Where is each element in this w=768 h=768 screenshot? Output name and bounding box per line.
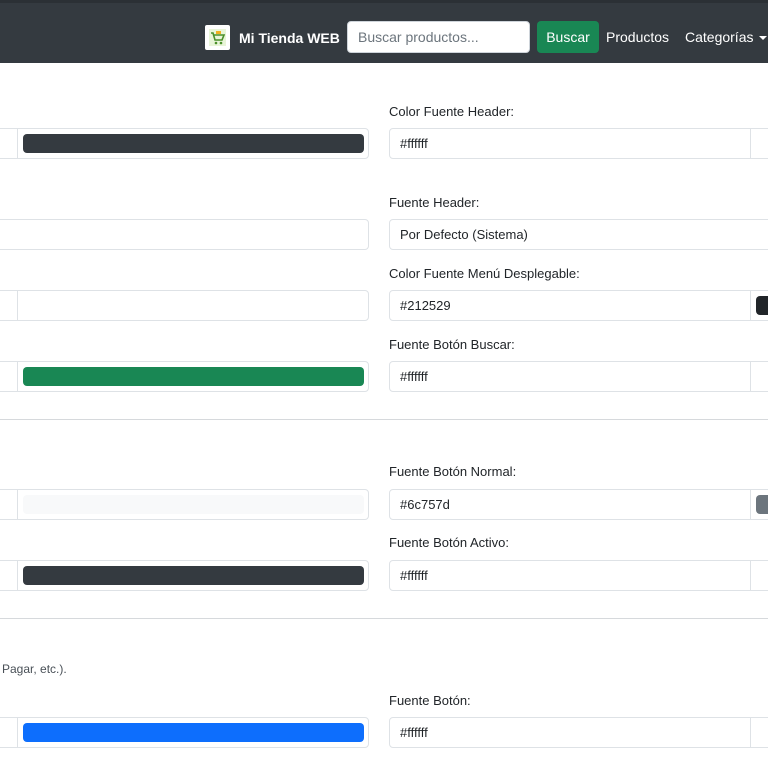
brand[interactable]: Mi Tienda WEB	[205, 25, 340, 50]
color-swatch-buscar	[23, 367, 364, 386]
field-divider	[17, 291, 18, 320]
left-text-field[interactable]	[0, 219, 369, 250]
top-navbar: Mi Tienda WEB Buscar Productos Categoría…	[0, 0, 768, 63]
color-picker-fuente-boton-activo[interactable]	[750, 560, 768, 591]
color-swatch-activo	[23, 566, 364, 585]
color-swatch-header	[23, 134, 364, 153]
color-swatch-normal	[23, 495, 364, 514]
input-color-fuente-header[interactable]: #ffffff	[389, 128, 751, 159]
mini-swatch	[756, 296, 768, 315]
mini-swatch	[756, 367, 768, 386]
menu-bg-color-picker[interactable]	[0, 290, 369, 321]
search-button[interactable]: Buscar	[537, 21, 599, 53]
label-fuente-boton: Fuente Botón:	[389, 693, 471, 708]
brand-name: Mi Tienda WEB	[239, 29, 340, 46]
input-fuente-boton[interactable]: #ffffff	[389, 717, 751, 748]
color-picker-fuente-boton-normal[interactable]	[750, 489, 768, 520]
header-bg-color-picker[interactable]	[0, 128, 369, 159]
buttons-hint-text: Pagar, etc.).	[2, 662, 67, 676]
search-input[interactable]	[347, 21, 530, 53]
mini-swatch	[756, 134, 768, 153]
buscar-bg-color-picker[interactable]	[0, 361, 369, 392]
activo-bg-color-picker[interactable]	[0, 560, 369, 591]
color-picker-fuente-boton-buscar[interactable]	[750, 361, 768, 392]
label-color-fuente-menu: Color Fuente Menú Desplegable:	[389, 266, 580, 281]
field-divider	[17, 129, 18, 158]
input-fuente-boton-normal[interactable]: #6c757d	[389, 489, 751, 520]
color-swatch-boton	[23, 723, 364, 742]
mini-swatch	[756, 495, 768, 514]
color-swatch-menu	[23, 296, 364, 315]
nav-dropdown-categorias[interactable]: Categorías	[685, 29, 768, 45]
input-fuente-boton-activo[interactable]: #ffffff	[389, 560, 751, 591]
select-fuente-header[interactable]: Por Defecto (Sistema)	[389, 219, 768, 250]
field-divider	[17, 561, 18, 590]
color-picker-fuente-boton[interactable]	[750, 717, 768, 748]
color-picker-fuente-menu[interactable]	[750, 290, 768, 321]
shop-cart-logo-icon	[205, 25, 230, 50]
label-color-fuente-header: Color Fuente Header:	[389, 104, 515, 119]
field-divider	[17, 718, 18, 747]
section-divider	[0, 618, 768, 619]
boton-bg-color-picker[interactable]	[0, 717, 369, 748]
color-picker-fuente-header[interactable]	[750, 128, 768, 159]
nav-link-productos[interactable]: Productos	[606, 29, 669, 45]
chevron-down-icon	[759, 36, 768, 41]
input-color-fuente-menu[interactable]: #212529	[389, 290, 751, 321]
section-divider	[0, 419, 768, 420]
field-divider	[17, 362, 18, 391]
label-fuente-boton-normal: Fuente Botón Normal:	[389, 464, 517, 479]
nav-categorias-label: Categorías	[685, 29, 754, 45]
label-fuente-boton-activo: Fuente Botón Activo:	[389, 535, 509, 550]
mini-swatch	[756, 566, 768, 585]
field-divider	[17, 490, 18, 519]
mini-swatch	[756, 723, 768, 742]
label-fuente-boton-buscar: Fuente Botón Buscar:	[389, 337, 515, 352]
normal-bg-color-picker[interactable]	[0, 489, 369, 520]
label-fuente-header: Fuente Header:	[389, 195, 480, 210]
input-fuente-boton-buscar[interactable]: #ffffff	[389, 361, 751, 392]
